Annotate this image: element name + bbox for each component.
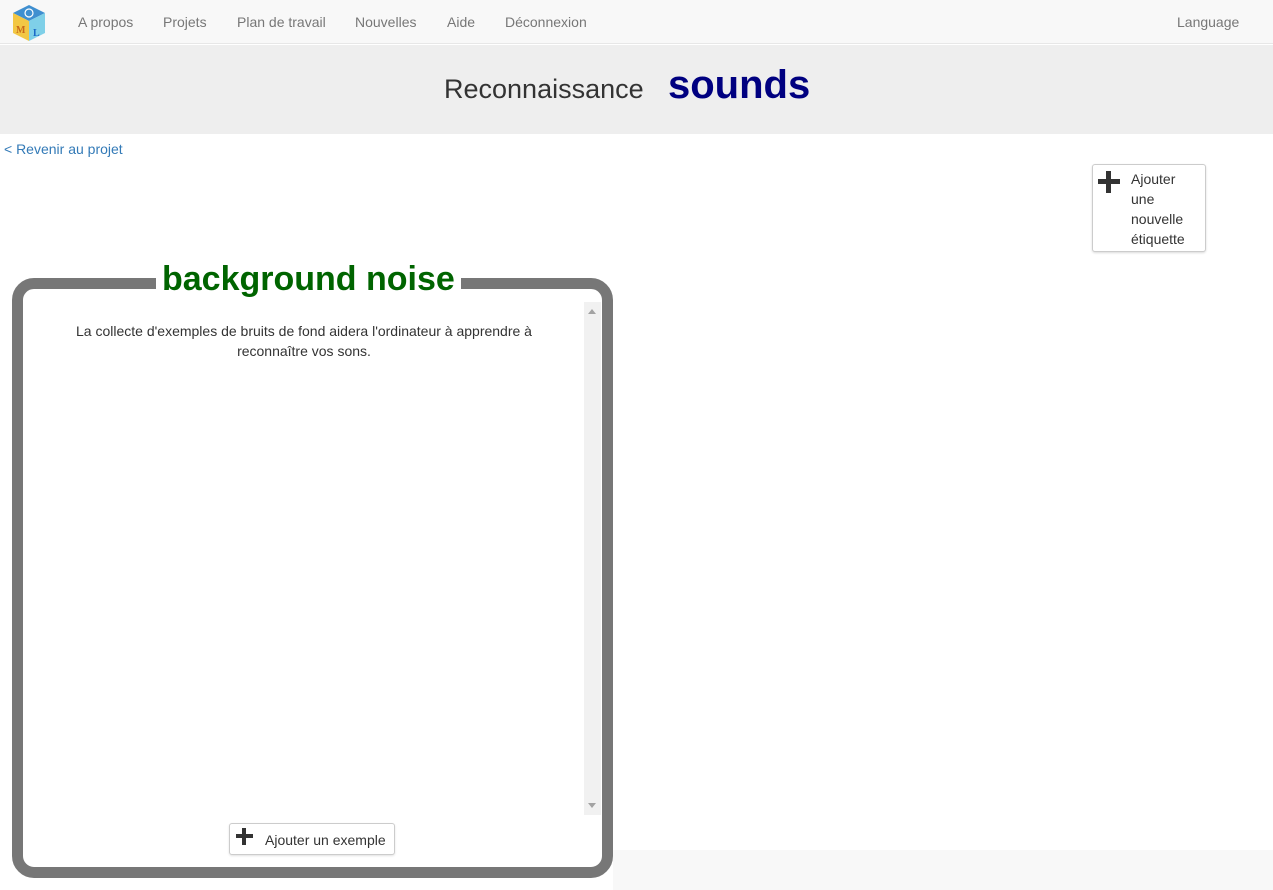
nav-a-propos[interactable]: A propos [78, 0, 133, 44]
bucket-title: background noise [156, 258, 461, 300]
add-example-button-label: Ajouter un exemple [265, 832, 386, 848]
nav-projets[interactable]: Projets [163, 0, 207, 44]
add-label-button[interactable]: Ajouter une nouvelle étiquette [1092, 164, 1206, 252]
top-navbar: M L A propos Projets Plan de travail Nou… [0, 0, 1273, 44]
back-to-project-link[interactable]: < Revenir au projet [4, 141, 123, 157]
label-bucket [12, 278, 613, 878]
nav-deconnexion[interactable]: Déconnexion [505, 0, 587, 44]
bucket-scrollbar[interactable] [584, 302, 601, 815]
add-example-button[interactable]: Ajouter un exemple [229, 823, 395, 855]
scroll-up-arrow-icon[interactable] [588, 309, 596, 314]
scroll-down-arrow-icon[interactable] [588, 803, 596, 808]
ml-logo-icon[interactable]: M L [10, 3, 48, 43]
nav-language[interactable]: Language [1177, 0, 1239, 44]
svg-text:L: L [33, 28, 40, 39]
plus-icon [1098, 171, 1120, 193]
add-label-button-label: Ajouter une nouvelle étiquette [1131, 171, 1185, 247]
page-subtitle: Reconnaissance [444, 74, 644, 104]
nav-plan-de-travail[interactable]: Plan de travail [237, 0, 326, 44]
project-name: sounds [668, 63, 811, 107]
nav-aide[interactable]: Aide [447, 0, 475, 44]
footer [613, 850, 1273, 890]
nav-nouvelles[interactable]: Nouvelles [355, 0, 416, 44]
bucket-help-text: La collecte d'exemples de bruits de fond… [76, 323, 532, 359]
plus-icon [236, 828, 253, 845]
svg-text:M: M [16, 25, 26, 36]
